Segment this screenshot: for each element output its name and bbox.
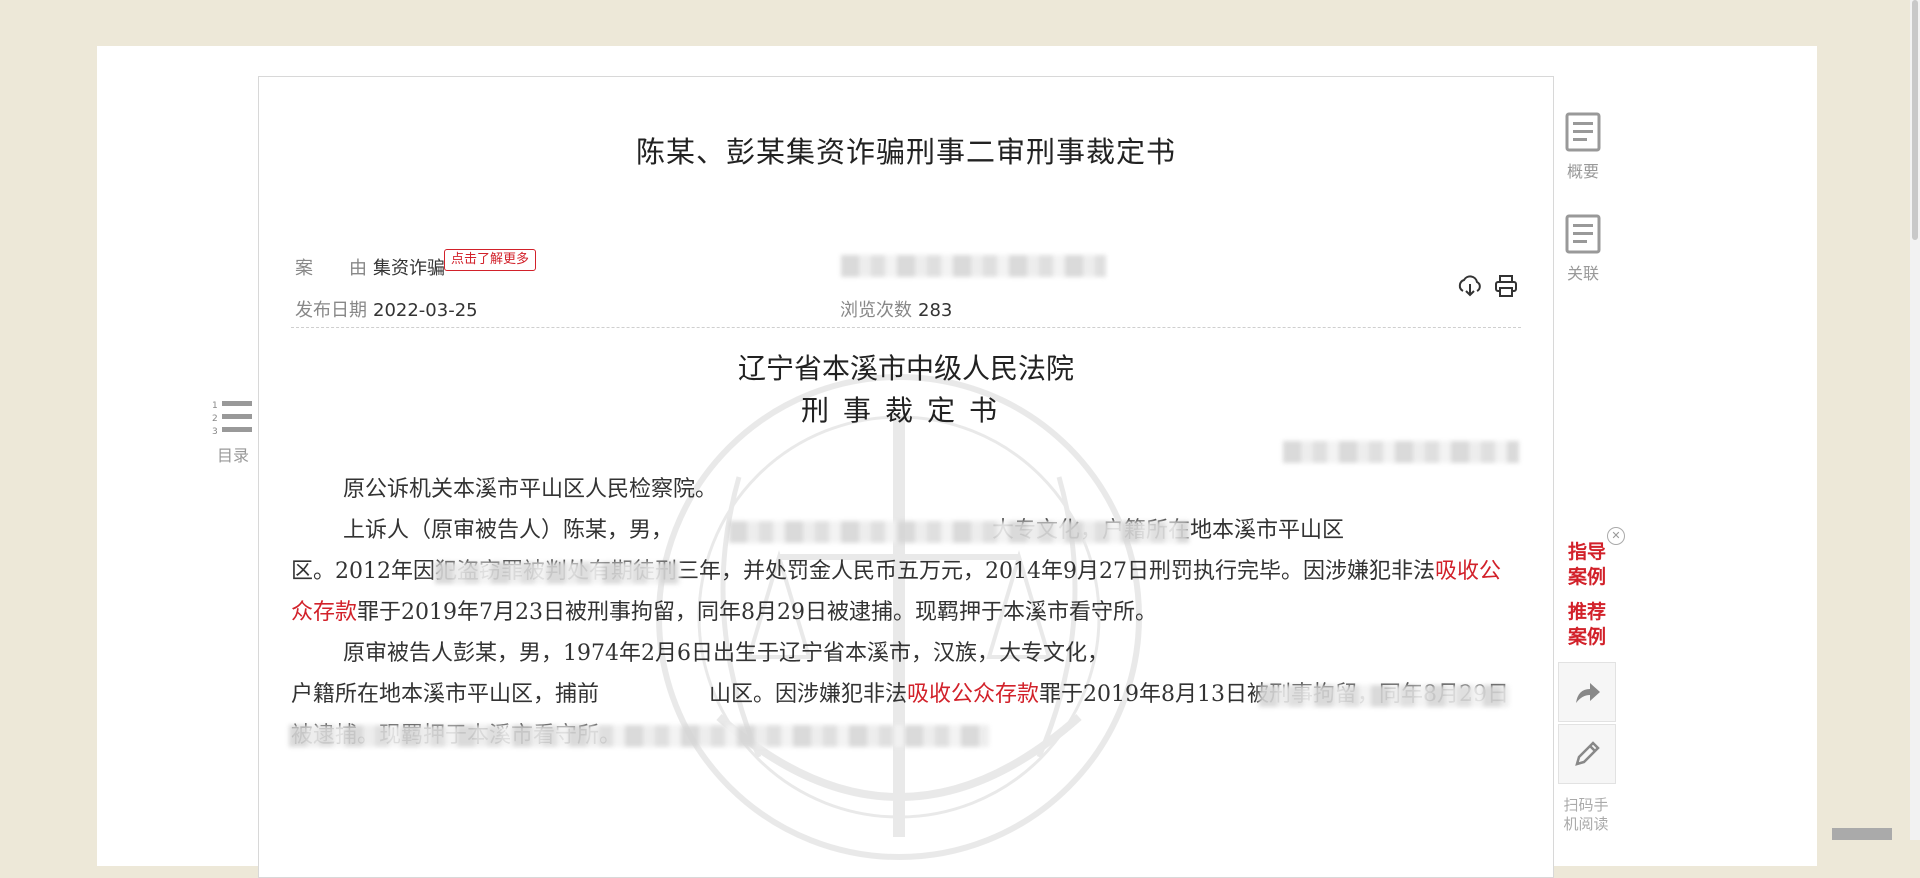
redacted-case-number — [841, 255, 1106, 277]
view-count-label: 浏览次数 — [840, 300, 912, 321]
list-icon: 1 2 3 — [212, 401, 252, 437]
summary-label: 概要 — [1566, 162, 1599, 181]
document-type: 刑事裁定书 — [800, 394, 1011, 427]
redacted-employer — [1259, 685, 1509, 707]
redacted-address — [435, 562, 680, 584]
document-title: 陈某、彭某集资诈骗刑事二审刑事裁定书 — [635, 135, 1176, 169]
guide-cases-link[interactable]: 指导案例 — [1565, 540, 1609, 590]
document-icon — [1565, 112, 1601, 152]
edit-button[interactable] — [1558, 724, 1616, 784]
document-panel: 陈某、彭某集资诈骗刑事二审刑事裁定书 案 由集资诈骗 点击了解更多 发布日期 20… — [258, 76, 1554, 878]
recommend-cases-link[interactable]: 推荐案例 — [1565, 600, 1609, 650]
related-button[interactable]: 关联 — [1558, 212, 1608, 284]
publish-date-field: 发布日期 2022-03-25 — [295, 296, 478, 322]
cause-field: 案 由集资诈骗 — [295, 254, 445, 280]
svg-text:1: 1 — [212, 401, 218, 411]
redacted-employer-2 — [289, 725, 989, 747]
svg-text:3: 3 — [212, 427, 218, 437]
meta-divider — [291, 327, 1521, 328]
right-sidebar: 概要 关联 — [1558, 110, 1608, 314]
publish-date-label: 发布日期 — [295, 300, 367, 321]
pencil-icon — [1575, 741, 1600, 766]
redacted-document-number — [1283, 441, 1519, 463]
court-name: 辽宁省本溪市中级人民法院 — [737, 352, 1074, 385]
summary-button[interactable]: 概要 — [1558, 110, 1608, 182]
print-icon[interactable] — [1493, 273, 1519, 299]
document-body: 原公诉机关本溪市平山区人民检察院。 上诉人（原审被告人）陈某，男， 大专文化，户… — [291, 469, 1553, 756]
document-tools — [1457, 273, 1519, 299]
view-count-field: 浏览次数 283 — [840, 296, 952, 322]
document-icon — [1565, 214, 1601, 254]
publish-date-value: 2022-03-25 — [373, 300, 478, 321]
share-icon — [1576, 683, 1600, 703]
back-to-top-button[interactable] — [1832, 828, 1892, 840]
paragraph-prosecution: 原公诉机关本溪市平山区人民检察院。 — [343, 477, 718, 502]
cause-value: 集资诈骗 — [373, 258, 445, 279]
case-links: 指导案例 推荐案例 — [1558, 540, 1616, 660]
download-icon[interactable] — [1457, 273, 1483, 299]
qr-read-label[interactable]: 扫码手机阅读 — [1558, 796, 1614, 834]
related-label: 关联 — [1566, 264, 1599, 283]
cause-label: 案 由 — [295, 258, 367, 279]
toc-label: 目录 — [216, 446, 249, 465]
redacted-birth-info — [729, 521, 1189, 543]
scrollbar-thumb[interactable] — [1912, 0, 1918, 240]
view-count-value: 283 — [918, 300, 953, 321]
toc-button[interactable]: 1 2 3 目录 — [208, 396, 258, 466]
svg-text:2: 2 — [212, 414, 218, 424]
share-button[interactable] — [1558, 662, 1616, 722]
highlight-link[interactable]: 吸收公众存款 — [907, 682, 1039, 707]
learn-more-tag[interactable]: 点击了解更多 — [444, 249, 537, 271]
